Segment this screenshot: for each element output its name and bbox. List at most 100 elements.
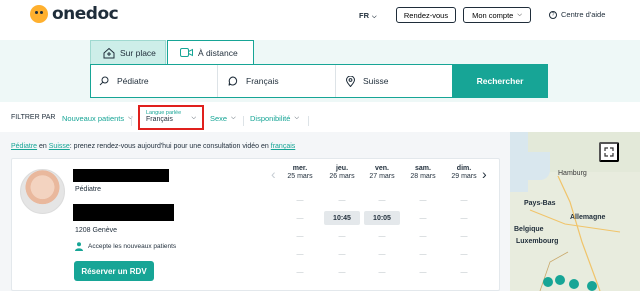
filter-language-value: Français (146, 116, 173, 123)
day-date: 25 mars (287, 173, 313, 180)
country-link[interactable]: Suisse (49, 143, 70, 150)
doctor-specialty: Pédiatre (75, 186, 102, 193)
tab-on-site[interactable]: Sur place (90, 40, 166, 64)
language-value: Français (246, 76, 279, 86)
doctor-card: Pédiatre 1208 Genève Accepte les nouveau… (11, 158, 500, 291)
slot-empty: — (460, 214, 468, 222)
day-date: 26 mars (329, 173, 355, 180)
search-button[interactable]: Rechercher (452, 64, 548, 98)
filter-language[interactable]: Langue parlée Français ⌵ (138, 105, 204, 130)
location-pin-icon (346, 75, 355, 87)
divider (131, 116, 132, 126)
slot-empty: — (378, 250, 386, 258)
speciality-link[interactable]: Pédiatre (11, 143, 37, 150)
house-plus-icon (103, 47, 115, 58)
speciality-field[interactable]: Pédiatre (99, 65, 217, 97)
new-patients-info: Accepte les nouveaux patients (75, 242, 176, 251)
avatar[interactable] (20, 169, 65, 214)
day-name: sam. (415, 165, 431, 172)
slot-empty: — (419, 232, 427, 240)
slot-empty: — (419, 268, 427, 276)
slot-empty: — (419, 250, 427, 258)
slot-empty: — (296, 250, 304, 258)
filter-sex[interactable]: Sexe ⌵ (210, 114, 236, 123)
slot-empty: — (378, 196, 386, 204)
speciality-value: Pédiatre (117, 76, 149, 86)
account-button[interactable]: Mon compte ⌵ (463, 7, 531, 23)
day-name: jeu. (335, 165, 349, 172)
filter-bar: FILTRER PAR Nouveaux patients⌵ Langue pa… (0, 104, 640, 132)
top-header: onedoc FR ⌵ Rendez-vous Mon compte ⌵ ? Cen… (0, 0, 640, 30)
map-marker[interactable] (569, 279, 579, 289)
notice-connector: en (37, 143, 49, 150)
filter-sex-label: Sexe (210, 114, 228, 123)
day-header: sam. 28 mars (403, 165, 443, 180)
logo-text: onedoc (52, 4, 119, 24)
notice-text: : prenez rendez-vous aujourd'hui pour un… (69, 143, 271, 150)
location-field[interactable]: Suisse (335, 65, 453, 97)
redacted-name (73, 169, 169, 182)
tab-remote[interactable]: À distance (167, 40, 254, 64)
search-band: Sur place À distance Pédiatre Français S… (0, 40, 640, 102)
day-name: dim. (456, 165, 472, 172)
appointments-button[interactable]: Rendez-vous (396, 7, 456, 23)
filter-availability-label: Disponibilité (250, 114, 291, 123)
speech-bubble-icon (228, 76, 238, 86)
help-link[interactable]: ? Centre d'aide (549, 10, 605, 19)
tab-on-site-label: Sur place (120, 47, 156, 58)
day-header: jeu. 26 mars (322, 165, 362, 180)
search-icon (99, 76, 109, 86)
question-icon: ? (549, 10, 557, 19)
results-notice: Pédiatre en Suisse: prenez rendez-vous a… (11, 143, 295, 150)
time-slot-button[interactable]: 10:05 (364, 211, 400, 225)
language-selector[interactable]: FR ⌵ (359, 11, 377, 21)
day-date: 27 mars (369, 173, 395, 180)
language-link[interactable]: français (271, 143, 296, 150)
slot-empty: — (338, 268, 346, 276)
chevron-down-icon: ⌵ (517, 11, 522, 18)
day-name: mer. (292, 165, 308, 172)
map-marker[interactable] (555, 275, 565, 285)
redacted-address (73, 204, 174, 221)
map-marker[interactable] (543, 277, 553, 287)
slot-empty: — (296, 232, 304, 240)
slot-empty: — (419, 214, 427, 222)
chevron-down-icon: ⌵ (372, 14, 377, 20)
slot-empty: — (338, 196, 346, 204)
slot-empty: — (460, 232, 468, 240)
slot-empty: — (460, 196, 468, 204)
logo-mascot-icon (30, 5, 48, 23)
logo[interactable]: onedoc (30, 4, 119, 24)
filter-label: FILTRER PAR (11, 114, 56, 121)
help-link-label: Centre d'aide (561, 10, 606, 19)
time-slot-button[interactable]: 10:45 (324, 211, 360, 225)
search-bar: Pédiatre Français Suisse Rechercher (90, 64, 548, 98)
new-patients-text: Accepte les nouveaux patients (88, 243, 177, 250)
filter-availability[interactable]: Disponibilité ⌵ (250, 114, 299, 123)
slot-empty: — (460, 250, 468, 258)
slot-empty: — (296, 214, 304, 222)
map[interactable]: Hamburg Pays-Bas Allemagne Belgique Luxe… (510, 132, 640, 291)
language-field[interactable]: Français (217, 65, 335, 97)
person-icon (75, 242, 83, 251)
slot-empty: — (419, 196, 427, 204)
location-value: Suisse (363, 76, 389, 86)
tab-remote-label: À distance (198, 47, 238, 58)
slot-empty: — (296, 268, 304, 276)
chevron-down-icon: ⌵ (191, 115, 196, 121)
day-name: ven. (374, 165, 389, 172)
chevron-down-icon: ⌵ (294, 115, 299, 121)
previous-week-arrow-icon[interactable]: ‹ (271, 167, 276, 181)
chevron-down-icon: ⌵ (231, 115, 236, 121)
map-roads (529, 175, 621, 291)
slot-empty: — (378, 268, 386, 276)
language-code: FR (359, 11, 369, 20)
filter-new-patients[interactable]: Nouveaux patients⌵ (62, 114, 133, 123)
day-date: 28 mars (410, 173, 436, 180)
day-header: ven. 27 mars (362, 165, 402, 180)
filter-new-patients-label: Nouveaux patients (62, 114, 125, 123)
map-marker[interactable] (587, 281, 597, 291)
book-appointment-button[interactable]: Réserver un RDV (74, 261, 154, 281)
day-header: dim. 29 mars (444, 165, 484, 180)
slot-empty: — (460, 268, 468, 276)
